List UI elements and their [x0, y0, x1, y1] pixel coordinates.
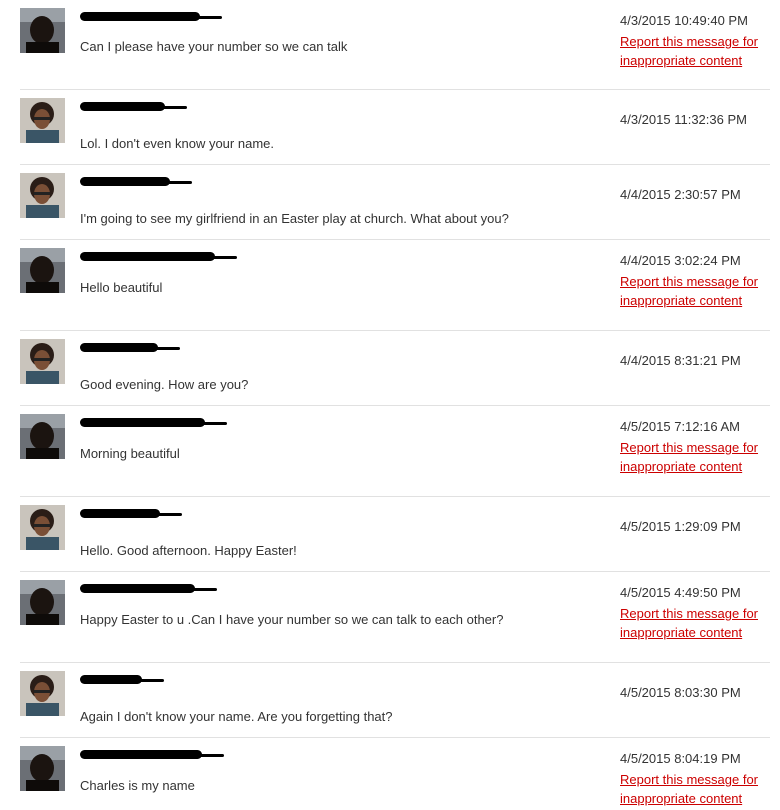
message-text: Again I don't know your name. Are you fo…	[80, 709, 393, 724]
report-message-link[interactable]: Report this message for inappropriate con…	[620, 604, 770, 642]
message-row: Hello. Good afternoon. Happy Easter! 4/5…	[20, 497, 770, 572]
message-timestamp: 4/3/2015 10:49:40 PM	[620, 13, 748, 28]
message-text: Can I please have your number so we can …	[80, 39, 348, 54]
report-message-link[interactable]: Report this message for inappropriate con…	[620, 32, 770, 70]
message-text: Charles is my name	[80, 778, 195, 793]
message-timestamp: 4/4/2015 8:31:21 PM	[620, 353, 741, 368]
message-text: I'm going to see my girlfriend in an Eas…	[80, 211, 509, 226]
redacted-username	[80, 343, 180, 352]
message-row: Can I please have your number so we can …	[20, 0, 770, 90]
redacted-username	[80, 177, 192, 186]
message-timestamp: 4/5/2015 1:29:09 PM	[620, 519, 741, 534]
redacted-username	[80, 102, 187, 111]
woman-avatar[interactable]	[20, 98, 65, 143]
message-timestamp: 4/5/2015 7:12:16 AM	[620, 419, 740, 434]
message-row: I'm going to see my girlfriend in an Eas…	[20, 165, 770, 240]
redacted-username	[80, 252, 237, 261]
man-avatar[interactable]	[20, 414, 65, 459]
redacted-username	[80, 509, 182, 518]
report-message-link[interactable]: Report this message for inappropriate con…	[620, 272, 770, 310]
message-text: Lol. I don't even know your name.	[80, 136, 274, 151]
man-avatar[interactable]	[20, 580, 65, 625]
message-text: Happy Easter to u .Can I have your numbe…	[80, 612, 504, 627]
message-row: Charles is my name 4/5/2015 8:04:19 PM R…	[20, 738, 770, 810]
redacted-username	[80, 418, 227, 427]
woman-avatar[interactable]	[20, 505, 65, 550]
message-row: Morning beautiful 4/5/2015 7:12:16 AM Re…	[20, 406, 770, 497]
message-row: Again I don't know your name. Are you fo…	[20, 663, 770, 738]
message-row: Good evening. How are you? 4/4/2015 8:31…	[20, 331, 770, 406]
message-text: Hello beautiful	[80, 280, 163, 295]
man-avatar[interactable]	[20, 8, 65, 53]
redacted-username	[80, 584, 217, 593]
message-timestamp: 4/5/2015 8:03:30 PM	[620, 685, 741, 700]
message-text: Good evening. How are you?	[80, 377, 249, 392]
message-row: Lol. I don't even know your name. 4/3/20…	[20, 90, 770, 165]
woman-avatar[interactable]	[20, 173, 65, 218]
message-row: Hello beautiful 4/4/2015 3:02:24 PM Repo…	[20, 240, 770, 331]
message-row: Happy Easter to u .Can I have your numbe…	[20, 572, 770, 663]
message-text: Morning beautiful	[80, 446, 180, 461]
redacted-username	[80, 750, 224, 759]
message-timestamp: 4/4/2015 2:30:57 PM	[620, 187, 741, 202]
message-timestamp: 4/4/2015 3:02:24 PM	[620, 253, 741, 268]
redacted-username	[80, 12, 222, 21]
man-avatar[interactable]	[20, 248, 65, 293]
message-timestamp: 4/3/2015 11:32:36 PM	[620, 112, 747, 127]
report-message-link[interactable]: Report this message for inappropriate con…	[620, 438, 770, 476]
woman-avatar[interactable]	[20, 671, 65, 716]
message-timestamp: 4/5/2015 4:49:50 PM	[620, 585, 741, 600]
redacted-username	[80, 675, 164, 684]
message-text: Hello. Good afternoon. Happy Easter!	[80, 543, 297, 558]
woman-avatar[interactable]	[20, 339, 65, 384]
man-avatar[interactable]	[20, 746, 65, 791]
report-message-link[interactable]: Report this message for inappropriate con…	[620, 770, 770, 808]
message-thread: Can I please have your number so we can …	[0, 0, 780, 810]
message-timestamp: 4/5/2015 8:04:19 PM	[620, 751, 741, 766]
